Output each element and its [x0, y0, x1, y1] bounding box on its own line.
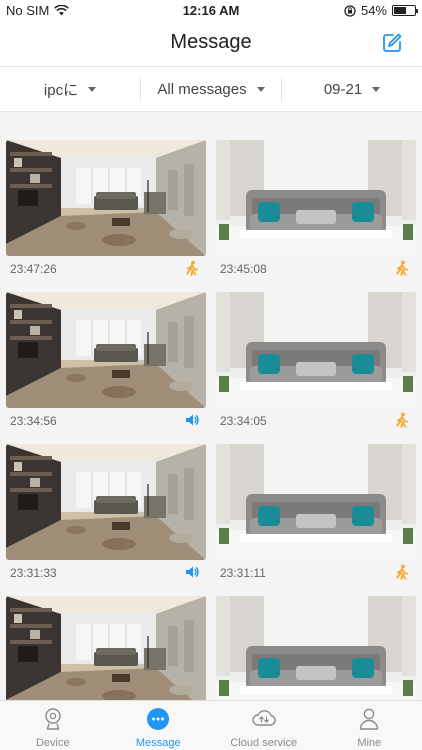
- camera-icon: [45, 708, 61, 730]
- snapshot-thumbnail[interactable]: [6, 596, 206, 700]
- message-time: 23:34:56: [10, 414, 57, 428]
- message-time: 23:45:08: [220, 262, 267, 276]
- status-bar: No SIM 12:16 AM 54%: [0, 0, 422, 22]
- motion-alert-icon: [186, 260, 198, 276]
- person-icon: [360, 708, 379, 730]
- caret-down-icon: [372, 86, 381, 92]
- snapshot-thumbnail[interactable]: [6, 140, 206, 256]
- snapshot-thumbnail[interactable]: [216, 140, 416, 256]
- filter-bar: ipcに All messages 09-21: [0, 66, 422, 112]
- tab-mine[interactable]: Mine: [317, 701, 422, 750]
- caret-down-icon: [88, 86, 97, 92]
- sound-alert-icon: [186, 566, 199, 578]
- tab-label: Message: [135, 737, 181, 749]
- tab-cloud-service[interactable]: Cloud service: [211, 701, 317, 750]
- message-card[interactable]: 23:45:08: [216, 140, 416, 292]
- snapshot-thumbnail[interactable]: [216, 596, 416, 700]
- message-card[interactable]: [216, 596, 416, 700]
- motion-alert-icon: [396, 564, 408, 580]
- caret-down-icon: [256, 86, 265, 92]
- cloud-icon: [252, 710, 276, 726]
- snapshot-thumbnail[interactable]: [6, 444, 206, 560]
- battery-icon: [392, 5, 418, 16]
- message-card[interactable]: 23:47:26: [6, 140, 206, 292]
- nav-bar: Message: [0, 22, 422, 66]
- message-card[interactable]: 23:34:56: [6, 292, 206, 444]
- sound-alert-icon: [186, 414, 199, 426]
- message-time: 23:31:33: [10, 566, 57, 580]
- message-grid[interactable]: 23:47:26 23:45:08 23:34:56 23:34:05 23:3…: [0, 112, 422, 700]
- message-card[interactable]: 23:34:05: [216, 292, 416, 444]
- tab-message[interactable]: Message: [106, 701, 212, 750]
- tab-label: Device: [35, 737, 70, 749]
- orientation-lock-icon: [344, 4, 356, 17]
- message-card[interactable]: [6, 596, 206, 700]
- message-time: 23:34:05: [220, 414, 267, 428]
- tab-bar: Device Message Cloud service Mine: [0, 700, 422, 750]
- message-icon: [147, 708, 170, 730]
- snapshot-thumbnail[interactable]: [216, 292, 416, 408]
- message-card[interactable]: 23:31:33: [6, 444, 206, 596]
- battery-level: [394, 7, 406, 14]
- tab-device[interactable]: Device: [0, 701, 106, 750]
- message-type-filter[interactable]: All messages: [140, 77, 281, 101]
- device-filter[interactable]: ipcに: [0, 77, 140, 101]
- edit-icon[interactable]: [380, 31, 404, 55]
- motion-alert-icon: [396, 260, 408, 276]
- battery-percent: 54%: [360, 3, 387, 18]
- tab-label: Cloud service: [230, 737, 298, 749]
- message-type-filter-label: All messages: [157, 80, 247, 98]
- date-filter-label: 09-21: [323, 80, 363, 98]
- device-filter-label: ipcに: [43, 81, 79, 99]
- date-filter[interactable]: 09-21: [281, 77, 422, 101]
- page-title: Message: [170, 31, 252, 53]
- message-time: 23:47:26: [10, 262, 57, 276]
- tab-label: Mine: [357, 737, 382, 749]
- motion-alert-icon: [396, 412, 408, 428]
- app-screen: No SIM 12:16 AM 54% Message ipcに All mes…: [0, 0, 422, 750]
- snapshot-thumbnail[interactable]: [6, 292, 206, 408]
- message-time: 23:31:11: [220, 566, 266, 580]
- message-card[interactable]: 23:31:11: [216, 444, 416, 596]
- snapshot-thumbnail[interactable]: [216, 444, 416, 560]
